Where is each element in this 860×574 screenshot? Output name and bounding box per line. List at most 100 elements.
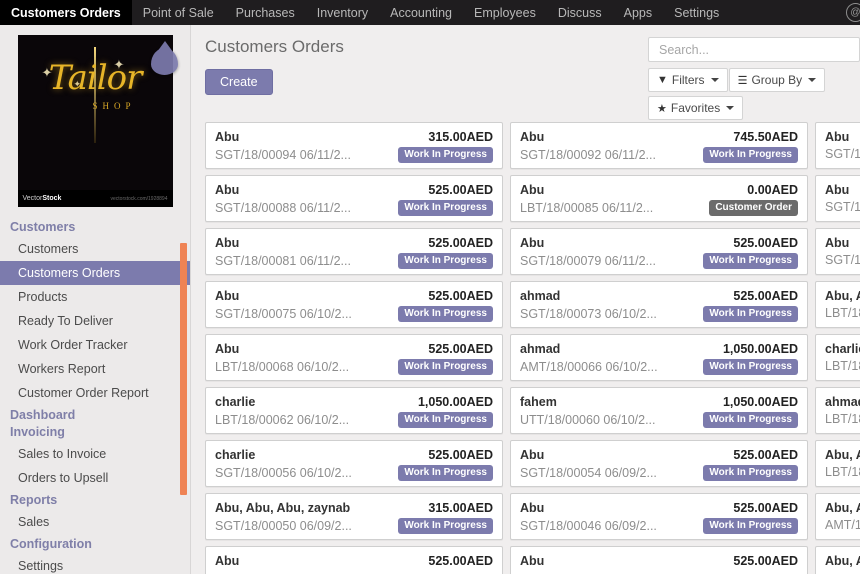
card-customer-name: ahmad (825, 395, 860, 409)
sidebar-item-settings[interactable]: Settings (0, 554, 190, 574)
card-reference: LBT/18/0 (825, 359, 860, 373)
nav-item-inventory[interactable]: Inventory (306, 0, 379, 25)
search-box[interactable] (648, 37, 860, 62)
kanban-card[interactable]: Abu 525.00AED (205, 546, 503, 574)
card-amount: 525.00AED (733, 236, 798, 250)
sidebar-item-orders-to-upsell[interactable]: Orders to Upsell (0, 466, 190, 490)
card-customer-name: Abu (520, 554, 545, 568)
card-customer-name: Abu (215, 342, 240, 356)
kanban-card[interactable]: Abu 525.00AED SGT/18/00088 06/11/2... Work … (205, 175, 503, 222)
nav-item-purchases[interactable]: Purchases (225, 0, 306, 25)
card-customer-name: Abu (215, 554, 240, 568)
status-badge: Work In Progress (398, 359, 493, 375)
kanban-card[interactable]: charlie LBT/18/0 (815, 334, 860, 381)
kanban-card[interactable]: ahmad 525.00AED SGT/18/00073 06/10/2... Wor… (510, 281, 808, 328)
sidebar-section-customers: Customers (10, 220, 76, 234)
kanban-card[interactable]: charlie 525.00AED SGT/18/00056 06/10/2... W… (205, 440, 503, 487)
sidebar-scrollbar[interactable] (180, 243, 187, 495)
create-button[interactable]: Create (205, 69, 273, 95)
favorites-button[interactable]: ★ Favorites (648, 96, 744, 120)
sidebar-item-sales[interactable]: Sales (0, 510, 190, 534)
nav-item-apps[interactable]: Apps (613, 0, 664, 25)
card-reference: SGT/18/00046 06/09/2... (520, 519, 657, 533)
card-amount: 0.00AED (747, 183, 798, 197)
card-reference: LBT/18/0 (825, 412, 860, 426)
kanban-card[interactable]: Abu, Abu AMT/18/0 (815, 493, 860, 540)
sidebar: ✦ ✦ ✦ Tailor SHOP VectorStock vectorstoc… (0, 25, 191, 574)
card-customer-name: fahem (520, 395, 557, 409)
card-amount: 525.00AED (733, 501, 798, 515)
kanban-card[interactable]: Abu, Abu, Abu, zaynab 315.00AED SGT/18/000… (205, 493, 503, 540)
kanban-card[interactable]: ahmad 1,050.00AED AMT/18/00066 06/10/2... W… (510, 334, 808, 381)
kanban-card[interactable]: Abu 315.00AED SGT/18/00094 06/11/2... Work … (205, 122, 503, 169)
sidebar-item-work-order-tracker[interactable]: Work Order Tracker (0, 333, 190, 357)
card-customer-name: Abu (215, 130, 240, 144)
kanban-card[interactable]: Abu SGT/18/0 (815, 122, 860, 169)
sidebar-item-ready-to-deliver[interactable]: Ready To Deliver (0, 309, 190, 333)
kanban-card[interactable]: charlie 1,050.00AED LBT/18/00062 06/10/2..… (205, 387, 503, 434)
card-customer-name: Abu, Abu (825, 289, 860, 303)
app-body: ✦ ✦ ✦ Tailor SHOP VectorStock vectorstoc… (0, 25, 860, 574)
kanban-card[interactable]: Abu 525.00AED (510, 546, 808, 574)
kanban-card[interactable]: Abu 745.50AED SGT/18/00092 06/11/2... Work … (510, 122, 808, 169)
status-badge: Customer Order (709, 200, 798, 216)
sidebar-item-workers-report[interactable]: Workers Report (0, 357, 190, 381)
kanban-card[interactable]: Abu SGT/18/0 (815, 175, 860, 222)
card-reference: SGT/18/00094 06/11/2... (215, 148, 351, 162)
funnel-icon: ▼ (657, 74, 668, 86)
sidebar-item-customer-order-report[interactable]: Customer Order Report (0, 381, 190, 405)
kanban-card[interactable]: Abu, Abu (815, 546, 860, 574)
nav-item-employees[interactable]: Employees (463, 0, 547, 25)
chevron-down-icon (808, 78, 817, 82)
kanban-card[interactable]: Abu 525.00AED SGT/18/00081 06/11/2... Work … (205, 228, 503, 275)
card-reference: LBT/18/0 (825, 465, 860, 479)
kanban-column: Abu SGT/18/0 Abu SGT/18/0 Abu SGT/18/0 Abu, Ab… (815, 122, 860, 574)
card-customer-name: Abu (825, 183, 850, 197)
tailor-shop-logo: ✦ ✦ ✦ Tailor SHOP VectorStock vectorstoc… (17, 35, 173, 207)
sidebar-item-sales-to-invoice[interactable]: Sales to Invoice (0, 442, 190, 466)
card-reference: AMT/18/0 (825, 518, 860, 532)
status-badge: Work In Progress (703, 465, 798, 481)
nav-item-point-of-sale[interactable]: Point of Sale (132, 0, 225, 25)
kanban-column: Abu 745.50AED SGT/18/00092 06/11/2... Work … (510, 122, 808, 574)
watermark-brand: VectorStock (22, 195, 62, 202)
card-customer-name: Abu, Abu (825, 448, 860, 462)
sidebar-item-customers[interactable]: Customers (0, 237, 190, 261)
kanban-card[interactable]: Abu 525.00AED SGT/18/00079 06/11/2... Work … (510, 228, 808, 275)
kanban-card[interactable]: fahem 1,050.00AED UTT/18/00060 06/10/2... W… (510, 387, 808, 434)
sidebar-section-dashboard: Dashboard (10, 408, 76, 422)
kanban-card[interactable]: Abu 525.00AED SGT/18/00075 06/10/2... Work … (205, 281, 503, 328)
card-customer-name: Abu (520, 501, 545, 515)
kanban-card[interactable]: Abu 0.00AED LBT/18/00085 06/11/2... Custome… (510, 175, 808, 222)
sidebar-nav: Customers Customers Customers Orders Produc… (0, 217, 190, 574)
kanban-card[interactable]: Abu 525.00AED SGT/18/00054 06/09/2... Work … (510, 440, 808, 487)
card-customer-name: Abu, Abu, Abu, zaynab (215, 501, 351, 515)
card-amount: 525.00AED (428, 236, 493, 250)
kanban-card[interactable]: Abu 525.00AED SGT/18/00046 06/09/2... Work … (510, 493, 808, 540)
nav-item-accounting[interactable]: Accounting (379, 0, 463, 25)
card-amount: 525.00AED (733, 289, 798, 303)
filters-button[interactable]: ▼ Filters (648, 68, 728, 92)
card-customer-name: Abu (825, 130, 850, 144)
sidebar-item-customers-orders[interactable]: Customers Orders (0, 261, 190, 285)
kanban-card[interactable]: Abu 525.00AED LBT/18/00068 06/10/2... Work … (205, 334, 503, 381)
card-amount: 1,050.00AED (722, 342, 798, 356)
card-customer-name: Abu (520, 130, 545, 144)
nav-item-discuss[interactable]: Discuss (547, 0, 613, 25)
nav-item-settings[interactable]: Settings (663, 0, 730, 25)
group-by-button[interactable]: ☰ Group By (728, 68, 826, 92)
kanban-card[interactable]: ahmad LBT/18/0 (815, 387, 860, 434)
card-amount: 525.00AED (428, 183, 493, 197)
kanban-card[interactable]: Abu, Abu LBT/18/0 (815, 440, 860, 487)
logo-artwork: Tailor SHOP (18, 61, 173, 111)
card-amount: 525.00AED (733, 554, 798, 568)
user-avatar-icon[interactable]: @ (846, 3, 860, 22)
search-input[interactable] (657, 41, 851, 58)
card-amount: 525.00AED (428, 342, 493, 356)
kanban-card[interactable]: Abu, Abu LBT/18/0 (815, 281, 860, 328)
nav-item-customers-orders[interactable]: Customers Orders (0, 0, 132, 25)
kanban-card[interactable]: Abu SGT/18/0 (815, 228, 860, 275)
status-badge: Work In Progress (703, 359, 798, 375)
sidebar-item-products[interactable]: Products (0, 285, 190, 309)
card-customer-name: Abu (215, 289, 240, 303)
